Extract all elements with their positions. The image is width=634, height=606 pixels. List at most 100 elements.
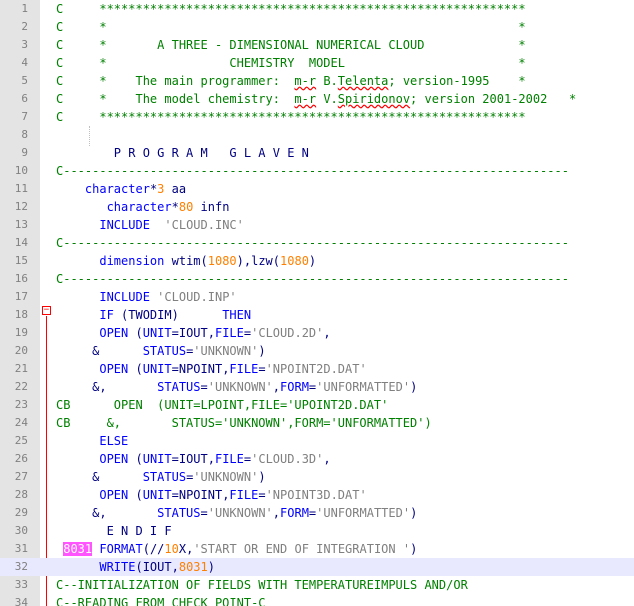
code-text[interactable]: INCLUDE 'CLOUD.INP': [56, 288, 236, 306]
code-text[interactable]: OPEN (UNIT=IOUT,FILE='CLOUD.3D',: [56, 450, 330, 468]
code-text[interactable]: C * The model chemistry: m-r V.Spiridono…: [56, 90, 576, 108]
code-line[interactable]: 20 & STATUS='UNKNOWN'): [0, 342, 634, 360]
code-text[interactable]: OPEN (UNIT=NPOINT,FILE='NPOINT3D.DAT': [56, 486, 366, 504]
line-number: 3: [21, 38, 28, 51]
code-text[interactable]: E N D I F: [56, 522, 172, 540]
code-line[interactable]: 31 8031 FORMAT(//10X,'START OR END OF IN…: [0, 540, 634, 558]
code-line[interactable]: 30 E N D I F: [0, 522, 634, 540]
code-text[interactable]: OPEN (UNIT=IOUT,FILE='CLOUD.2D',: [56, 324, 331, 342]
code-line[interactable]: 9 P R O G R A M G L A V E N: [0, 144, 634, 162]
code-line[interactable]: 28 OPEN (UNIT=NPOINT,FILE='NPOINT3D.DAT': [0, 486, 634, 504]
code-text[interactable]: WRITE(IOUT,8031): [56, 558, 215, 576]
code-token: Telenta: [337, 74, 389, 88]
code-token: IF: [99, 308, 114, 322]
line-number: 13: [14, 218, 28, 231]
code-line[interactable]: 1 C *************************************…: [0, 0, 634, 18]
code-line[interactable]: 23 CB OPEN (UNIT=LPOINT,FILE='UPOINT2D.DA…: [0, 396, 634, 414]
code-line[interactable]: 10 C-------------------------------------…: [0, 162, 634, 180]
code-text[interactable]: C--INITIALIZATION OF FIELDS WITH TEMPERA…: [56, 576, 468, 594]
code-line[interactable]: 7 C *************************************…: [0, 108, 634, 126]
code-text[interactable]: IF (TWODIM) THEN: [56, 306, 251, 324]
line-number: 17: [14, 290, 28, 303]
code-token: ; version 2001-2002 *: [410, 92, 577, 106]
code-text[interactable]: CB &, STATUS='UNKNOWN',FORM='UNFORMATTED…: [56, 414, 432, 432]
code-token: STATUS: [157, 380, 201, 394]
code-text[interactable]: P R O G R A M G L A V E N: [56, 144, 309, 162]
code-line[interactable]: 15 dimension wtim(1080),lzw(1080): [0, 252, 634, 270]
code-token: 'UNFORMATTED': [316, 506, 411, 520]
code-line[interactable]: 33 C--INITIALIZATION OF FIELDS WITH TEMPE…: [0, 576, 634, 594]
code-token: WRITE: [99, 560, 136, 574]
code-text[interactable]: C * *: [56, 18, 526, 36]
code-line[interactable]: 5 C * The main programmer: m-r B.Telenta;…: [0, 72, 634, 90]
code-text[interactable]: C * A THREE - DIMENSIONAL NUMERICAL CLOU…: [56, 36, 526, 54]
line-number: 12: [14, 200, 28, 213]
code-line[interactable]: 11 character*3 aa: [0, 180, 634, 198]
line-number: 19: [14, 326, 28, 339]
code-line[interactable]: 13 INCLUDE 'CLOUD.INC': [0, 216, 634, 234]
code-text[interactable]: ELSE: [56, 432, 128, 450]
code-line[interactable]: 2 C * *: [0, 18, 634, 36]
code-text[interactable]: character*3 aa: [56, 180, 186, 198]
code-editor[interactable]: 1 C *************************************…: [0, 0, 634, 606]
code-token: 'NPOINT2D.DAT': [265, 362, 367, 376]
code-text[interactable]: C **************************************…: [56, 0, 526, 18]
code-text[interactable]: OPEN (UNIT=NPOINT,FILE='NPOINT2D.DAT': [56, 360, 367, 378]
code-line[interactable]: 21 OPEN (UNIT=NPOINT,FILE='NPOINT2D.DAT': [0, 360, 634, 378]
code-text[interactable]: & STATUS='UNKNOWN'): [56, 342, 266, 360]
code-token: ): [410, 380, 418, 394]
line-number: 30: [14, 524, 28, 537]
code-line[interactable]: 14 C-------------------------------------…: [0, 234, 634, 252]
code-token: character: [84, 182, 150, 196]
code-line[interactable]: 29 &, STATUS='UNKNOWN',FORM='UNFORMATTED…: [0, 504, 634, 522]
code-text[interactable]: dimension wtim(1080),lzw(1080): [56, 252, 316, 270]
code-line[interactable]: 22 &, STATUS='UNKNOWN',FORM='UNFORMATTED…: [0, 378, 634, 396]
code-lines[interactable]: 1 C *************************************…: [0, 0, 634, 606]
code-text[interactable]: C **************************************…: [56, 108, 526, 126]
code-line[interactable]: 12 character*80 infn: [0, 198, 634, 216]
code-line[interactable]: 17 INCLUDE 'CLOUD.INP': [0, 288, 634, 306]
code-token: =IOUT,: [171, 326, 215, 340]
code-line[interactable]: 24 CB &, STATUS='UNKNOWN',FORM='UNFORMATT…: [0, 414, 634, 432]
code-text[interactable]: C * CHEMISTRY MODEL *: [56, 54, 526, 72]
code-line[interactable]: 18 IF (TWODIM) THEN: [0, 306, 634, 324]
line-number: 31: [14, 542, 28, 555]
code-token: 1080: [207, 254, 237, 268]
code-token: ): [258, 344, 266, 358]
code-text[interactable]: INCLUDE 'CLOUD.INC': [56, 216, 244, 234]
code-line[interactable]: 4 C * CHEMISTRY MODEL *: [0, 54, 634, 72]
code-token: 'UNFORMATTED': [316, 380, 411, 394]
code-text[interactable]: &, STATUS='UNKNOWN',FORM='UNFORMATTED'): [56, 504, 417, 522]
code-line[interactable]: 8: [0, 126, 634, 144]
code-line[interactable]: 25 ELSE: [0, 432, 634, 450]
code-line[interactable]: 6 C * The model chemistry: m-r V.Spiridon…: [0, 90, 634, 108]
code-line[interactable]: 3 C * A THREE - DIMENSIONAL NUMERICAL CLO…: [0, 36, 634, 54]
code-text[interactable]: C---------------------------------------…: [56, 234, 569, 252]
fold-collapse-icon[interactable]: −: [42, 306, 51, 315]
code-text[interactable]: C--READING FROM CHECK POINT-C: [56, 594, 266, 606]
code-token: ): [308, 254, 317, 268]
code-token: =IOUT,: [171, 452, 215, 466]
code-line[interactable]: 19 OPEN (UNIT=IOUT,FILE='CLOUD.2D',: [0, 324, 634, 342]
line-number: 10: [14, 164, 28, 177]
code-text[interactable]: & STATUS='UNKNOWN'): [56, 468, 265, 486]
code-line[interactable]: 27 & STATUS='UNKNOWN'): [0, 468, 634, 486]
code-text[interactable]: CB OPEN (UNIT=LPOINT,FILE='UPOINT2D.DAT': [56, 396, 388, 414]
code-text[interactable]: C---------------------------------------…: [56, 162, 569, 180]
code-token: ,: [323, 326, 331, 340]
code-text[interactable]: character*80 infn: [56, 198, 230, 216]
code-line[interactable]: 16 C-------------------------------------…: [0, 270, 634, 288]
code-token: INCLUDE: [99, 218, 150, 232]
code-text[interactable]: 8031 FORMAT(//10X,'START OR END OF INTEG…: [56, 540, 417, 558]
code-text[interactable]: C * The main programmer: m-r B.Telenta; …: [56, 72, 526, 90]
code-line[interactable]: 34 C--READING FROM CHECK POINT-C: [0, 594, 634, 606]
code-token: FILE: [229, 362, 259, 376]
code-text[interactable]: C---------------------------------------…: [56, 270, 569, 288]
code-line[interactable]: 32 WRITE(IOUT,8031): [0, 558, 634, 576]
code-text[interactable]: &, STATUS='UNKNOWN',FORM='UNFORMATTED'): [56, 378, 417, 396]
code-line[interactable]: 26 OPEN (UNIT=IOUT,FILE='CLOUD.3D',: [0, 450, 634, 468]
